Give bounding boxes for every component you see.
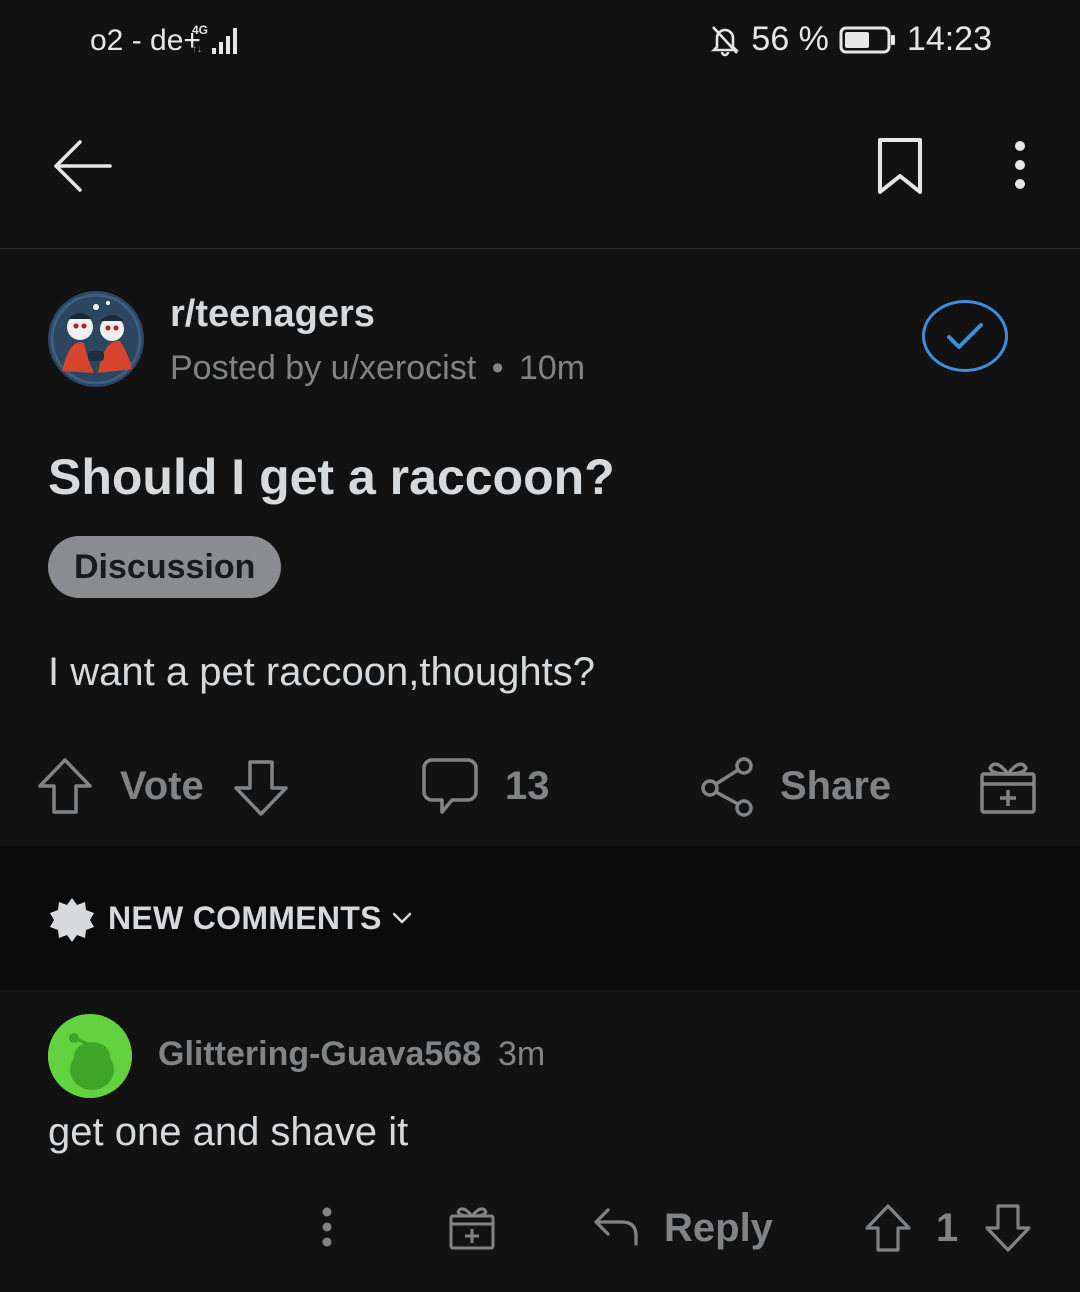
- post-flair[interactable]: Discussion: [48, 536, 282, 598]
- meta-separator: •: [491, 349, 504, 387]
- overflow-menu-button[interactable]: [1000, 136, 1040, 196]
- share-icon: [701, 757, 753, 817]
- post-meta: Posted by u/xerocist • 10m: [170, 349, 585, 388]
- post-age: 10m: [518, 349, 586, 387]
- post-title: Should I get a raccoon?: [48, 449, 615, 505]
- gift-icon: [449, 1207, 495, 1250]
- subreddit-avatar[interactable]: [48, 291, 144, 387]
- vote-label: Vote: [120, 764, 204, 808]
- comment-upvote-button[interactable]: [864, 1202, 912, 1254]
- posted-by-prefix: Posted by: [170, 349, 322, 387]
- clock: 14:23: [906, 20, 992, 58]
- svg-text:↑↓: ↑↓: [192, 44, 202, 55]
- arrow-up-icon: [865, 1204, 911, 1252]
- downvote-button[interactable]: [232, 756, 290, 818]
- comment-avatar[interactable]: [48, 1014, 132, 1098]
- battery-percent: 56 %: [751, 20, 829, 58]
- comments-button[interactable]: [420, 756, 480, 818]
- comment-author[interactable]: Glittering-Guava568: [158, 1035, 481, 1074]
- checkmark-icon: [947, 323, 983, 349]
- arrow-down-icon: [234, 760, 288, 816]
- comment-downvote-button[interactable]: [984, 1202, 1032, 1254]
- comment-score: 1: [936, 1206, 959, 1250]
- comment-body: get one and shave it: [48, 1110, 409, 1154]
- bell-off-icon: [709, 23, 741, 57]
- award-button[interactable]: [978, 756, 1038, 818]
- post-author[interactable]: u/xerocist: [331, 349, 477, 387]
- more-vertical-icon: [1015, 141, 1025, 189]
- comment-bubble-icon: [422, 758, 478, 814]
- reply-button[interactable]: Reply: [664, 1206, 773, 1251]
- battery-icon: [839, 25, 897, 55]
- share-button[interactable]: [698, 756, 758, 818]
- status-right: 56 % 14:23: [709, 20, 992, 59]
- arrow-left-icon: [54, 140, 112, 192]
- save-button[interactable]: [874, 136, 926, 196]
- comment-award-button[interactable]: [448, 1202, 496, 1252]
- network-type: 4G: [192, 23, 208, 37]
- more-vertical-icon: [322, 1207, 332, 1247]
- sparkle-badge-icon: [48, 896, 96, 944]
- arrow-down-icon: [985, 1204, 1031, 1252]
- subreddit-name[interactable]: r/teenagers: [170, 293, 375, 336]
- back-button[interactable]: [50, 134, 114, 198]
- signal-icon: 4G ↑↓: [190, 22, 246, 58]
- comment-age: 3m: [498, 1035, 546, 1073]
- bookmark-icon: [878, 138, 922, 194]
- joined-button[interactable]: [922, 300, 1008, 372]
- gift-icon: [980, 762, 1036, 814]
- comment-more-button[interactable]: [312, 1204, 342, 1250]
- upvote-button[interactable]: [36, 756, 94, 818]
- sort-label[interactable]: NEW COMMENTS: [108, 900, 382, 937]
- arrow-up-icon: [38, 758, 92, 814]
- post-body: I want a pet raccoon,thoughts?: [48, 650, 596, 694]
- share-label[interactable]: Share: [780, 764, 891, 809]
- chevron-down-icon[interactable]: [390, 906, 414, 930]
- reply-icon[interactable]: [592, 1204, 640, 1248]
- carrier-label: o2 - de+: [90, 24, 201, 57]
- comment-count[interactable]: 13: [505, 764, 550, 809]
